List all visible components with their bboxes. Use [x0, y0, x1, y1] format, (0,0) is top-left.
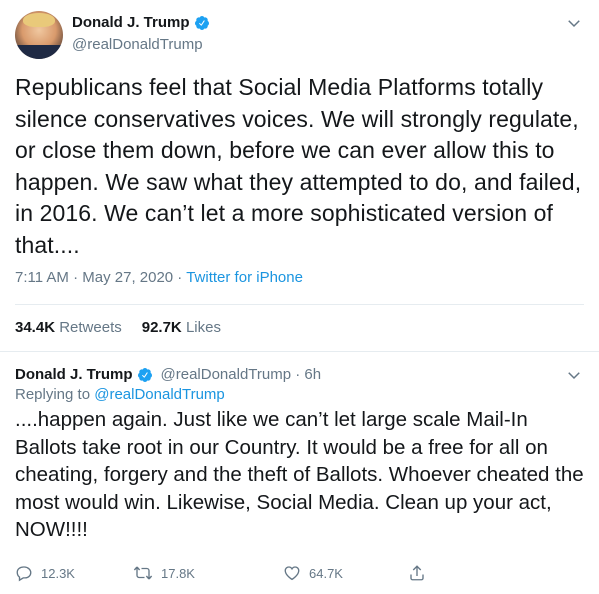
- replying-to: Replying to @realDonaldTrump: [15, 386, 225, 403]
- reply-header: Donald J. Trump @realDonaldTrump · 6h: [15, 366, 321, 383]
- like-count: 64.7K: [309, 565, 343, 581]
- reply-count: 12.3K: [41, 565, 75, 581]
- main-tweet: Donald J. Trump @realDonaldTrump Republi…: [0, 0, 599, 352]
- reply-display-name[interactable]: Donald J. Trump: [15, 366, 133, 383]
- verified-badge-icon: [137, 367, 153, 383]
- reply-icon: [15, 564, 33, 582]
- replying-to-mention[interactable]: @realDonaldTrump: [94, 386, 225, 403]
- reply-button[interactable]: 12.3K: [15, 564, 133, 582]
- verified-badge-icon: [194, 15, 210, 31]
- chevron-down-icon[interactable]: [565, 14, 583, 32]
- tweet-text: Republicans feel that Social Media Platf…: [15, 74, 582, 258]
- reply-actions: 12.3K 17.8K 64.7K: [15, 564, 445, 582]
- display-name[interactable]: Donald J. Trump: [72, 14, 190, 31]
- avatar-hair: [23, 13, 55, 27]
- likes-stat[interactable]: 92.7K Likes: [142, 319, 221, 336]
- divider: [15, 304, 584, 305]
- likes-label: Likes: [185, 319, 221, 336]
- reply-handle-time[interactable]: @realDonaldTrump · 6h: [161, 366, 322, 383]
- author-handle[interactable]: @realDonaldTrump: [72, 36, 203, 53]
- tweet-timestamp[interactable]: 7:11 AM · May 27, 2020 ·: [15, 269, 186, 286]
- retweets-stat[interactable]: 34.4K Retweets: [15, 319, 122, 336]
- retweets-count: 34.4K: [15, 319, 56, 336]
- retweet-button[interactable]: 17.8K: [133, 564, 283, 582]
- likes-count: 92.7K: [141, 319, 182, 336]
- avatar-suit: [15, 45, 63, 59]
- chevron-down-icon[interactable]: [565, 366, 583, 384]
- retweet-count: 17.8K: [161, 565, 195, 581]
- tweet-meta: 7:11 AM · May 27, 2020 · Twitter for iPh…: [15, 269, 303, 286]
- retweets-label: Retweets: [59, 319, 122, 336]
- author-name-row: Donald J. Trump: [72, 14, 210, 31]
- tweet-stats: 34.4K Retweets 92.7K Likes: [15, 319, 221, 336]
- retweet-icon: [133, 564, 153, 582]
- reply-text: ....happen again. Just like we can’t let…: [15, 408, 584, 541]
- like-button[interactable]: 64.7K: [283, 564, 408, 582]
- tweet-source[interactable]: Twitter for iPhone: [186, 269, 303, 286]
- avatar[interactable]: [15, 11, 63, 59]
- share-button[interactable]: [408, 564, 426, 582]
- replying-to-label: Replying to: [15, 386, 95, 403]
- share-icon: [408, 564, 426, 582]
- heart-icon: [283, 564, 301, 582]
